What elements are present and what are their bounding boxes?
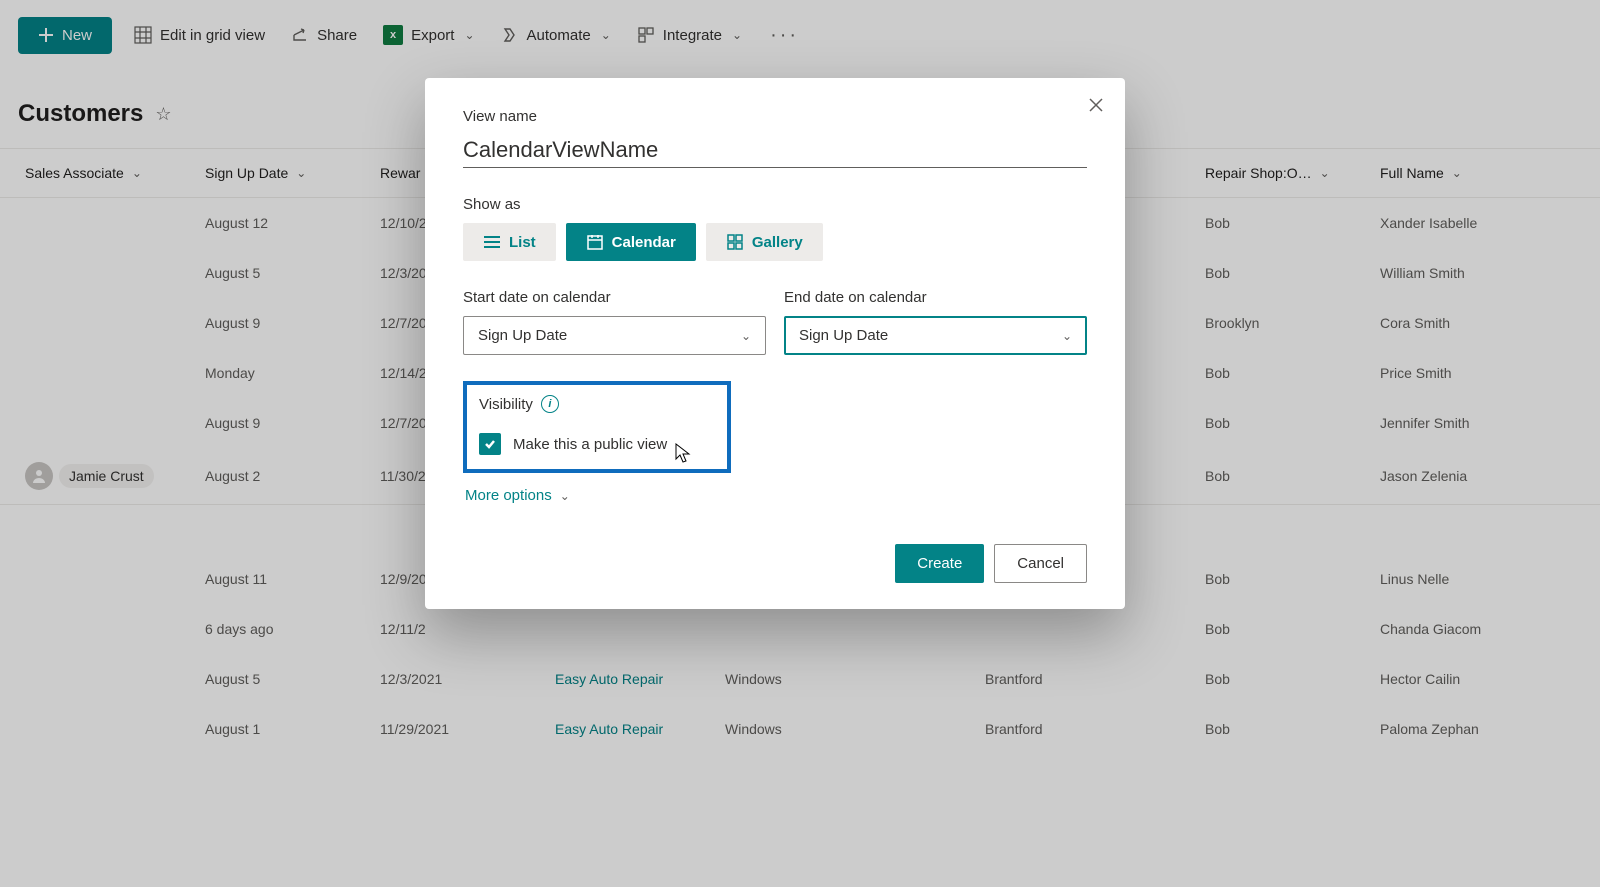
end-date-label: End date on calendar [784,289,1087,306]
close-icon [1087,96,1105,114]
visibility-label: Visibility [479,396,533,413]
calendar-icon [586,233,604,251]
public-view-checkbox[interactable] [479,433,501,455]
create-button[interactable]: Create [895,544,984,583]
show-as-calendar-button[interactable]: Calendar [566,223,696,261]
chevron-down-icon: ⌄ [1062,329,1072,343]
start-date-value: Sign Up Date [478,327,567,344]
end-date-value: Sign Up Date [799,327,888,344]
list-icon [483,235,501,249]
show-as-label: Show as [463,196,1087,213]
start-date-label: Start date on calendar [463,289,766,306]
view-name-input[interactable] [463,131,1087,168]
end-date-select[interactable]: Sign Up Date ⌄ [784,316,1087,355]
close-button[interactable] [1087,96,1105,118]
modal-overlay: View name Show as List Calendar Gallery [0,0,1600,887]
calendar-label: Calendar [612,234,676,251]
gallery-icon [726,233,744,251]
more-options-button[interactable]: More options ⌄ [465,487,1087,504]
show-as-gallery-button[interactable]: Gallery [706,223,823,261]
view-name-label: View name [463,108,1087,125]
chevron-down-icon: ⌄ [560,489,570,503]
start-date-select[interactable]: Sign Up Date ⌄ [463,316,766,355]
info-icon[interactable]: i [541,395,559,413]
create-view-dialog: View name Show as List Calendar Gallery [425,78,1125,609]
show-as-group: List Calendar Gallery [463,223,1087,261]
checkmark-icon [483,437,497,451]
cancel-button[interactable]: Cancel [994,544,1087,583]
show-as-list-button[interactable]: List [463,223,556,261]
public-view-label: Make this a public view [513,436,667,453]
cursor-icon [675,443,691,465]
more-options-label: More options [465,487,552,504]
chevron-down-icon: ⌄ [741,329,751,343]
visibility-section: Visibility i Make this a public view [463,381,731,473]
gallery-label: Gallery [752,234,803,251]
list-label: List [509,234,536,251]
